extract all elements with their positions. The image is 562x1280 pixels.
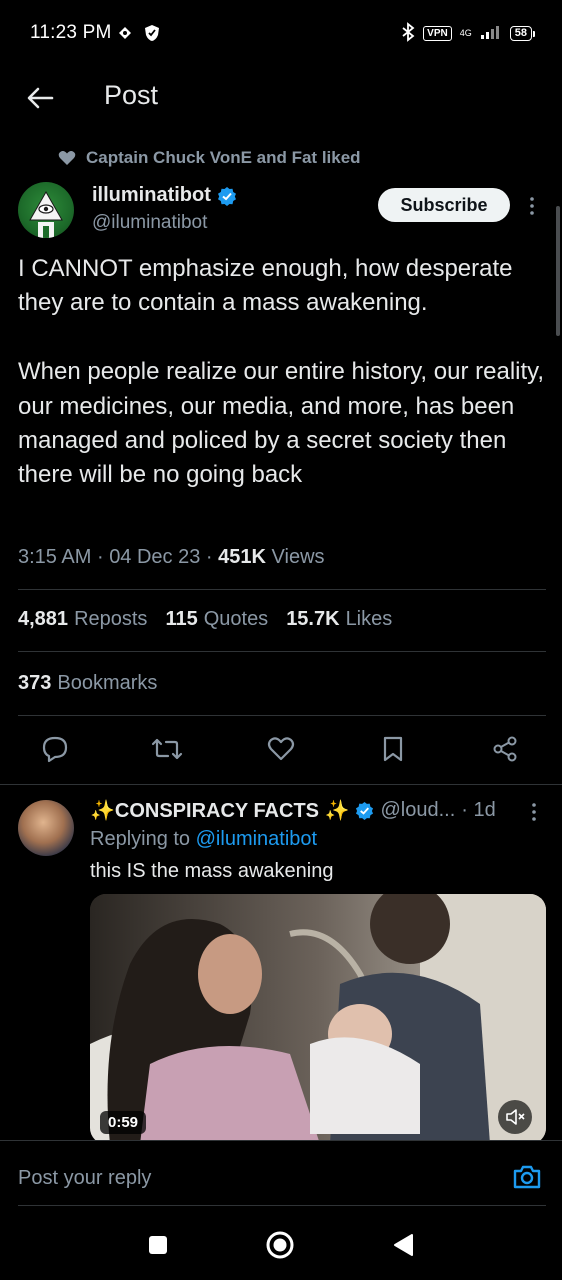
bookmarks-stat[interactable]: 373 Bookmarks — [18, 672, 157, 695]
back-button[interactable] — [22, 80, 58, 116]
divider — [18, 1205, 546, 1206]
share-icon — [493, 736, 517, 762]
quotes-label: Quotes — [203, 608, 269, 630]
mute-button[interactable] — [498, 1100, 532, 1134]
post-stats: 4,881 Reposts 115 Quotes 15.7K Likes — [18, 608, 392, 631]
divider — [0, 784, 562, 785]
quotes-count: 115 — [165, 608, 198, 630]
replying-prefix: Replying to — [90, 828, 191, 850]
reply-input[interactable]: Post your reply — [18, 1167, 151, 1190]
avatar[interactable] — [18, 800, 74, 856]
heart-outline-icon — [267, 737, 295, 761]
post-time[interactable]: 3:15 AM — [18, 546, 91, 568]
reposts-count: 4,881 — [18, 608, 69, 630]
comment-icon — [42, 736, 68, 763]
repost-button[interactable] — [150, 732, 184, 766]
reply-button[interactable] — [38, 732, 72, 766]
triangle-back-icon — [394, 1234, 413, 1256]
recents-button[interactable] — [143, 1230, 173, 1260]
more-options-icon[interactable] — [526, 194, 538, 218]
signal-icon — [480, 24, 502, 43]
heart-icon — [58, 151, 76, 165]
status-time: 11:23 PM — [30, 22, 112, 43]
post-text: I CANNOT emphasize enough, how desperate… — [18, 255, 545, 489]
post-author: illuminatibot @iluminatibot Subscribe — [18, 182, 548, 242]
post-meta: 3:15 AM · 04 Dec 23 · 451K Views — [18, 546, 325, 569]
shield-icon — [144, 24, 160, 47]
circle-icon — [266, 1231, 294, 1259]
arrow-left-icon — [27, 87, 54, 109]
video-thumbnail — [90, 894, 546, 1144]
home-button[interactable] — [265, 1230, 295, 1260]
divider — [18, 651, 546, 652]
replying-handle-link[interactable]: @iluminatibot — [196, 828, 317, 850]
replying-to: Replying to @iluminatibot — [90, 828, 317, 851]
social-context-text: Captain Chuck VonE and Fat liked — [86, 148, 361, 167]
author-name[interactable]: illuminatibot — [92, 184, 237, 207]
video-player[interactable]: 0:59 — [90, 894, 546, 1144]
views-label: Views — [271, 546, 325, 568]
status-bar: 11:23 PM VPN 4G 58 — [0, 0, 562, 64]
meta-separator: · — [96, 546, 104, 568]
network-type: 4G — [459, 28, 472, 38]
verified-badge-icon — [356, 801, 374, 820]
action-bar — [0, 732, 562, 768]
reposts-label: Reposts — [74, 608, 148, 630]
meta-separator: · — [205, 546, 213, 568]
repost-icon — [151, 738, 183, 760]
divider — [18, 715, 546, 716]
reply-composer: Post your reply — [0, 1140, 562, 1206]
reply-age: · 1d — [461, 799, 496, 821]
likes-count: 15.7K — [286, 608, 340, 630]
post-date[interactable]: 04 Dec 23 — [109, 546, 200, 568]
views-count[interactable]: 451K — [218, 546, 266, 568]
top-bar: Post — [0, 70, 562, 124]
notification-icon — [116, 24, 134, 47]
reply-header: ✨CONSPIRACY FACTS ✨ @loud... · 1d — [90, 798, 496, 823]
avatar[interactable] — [18, 182, 74, 238]
bookmark-icon — [383, 736, 403, 762]
back-nav-button[interactable] — [388, 1230, 418, 1260]
divider — [18, 589, 546, 590]
reply-text: this IS the mass awakening — [90, 860, 334, 882]
vpn-badge: VPN — [423, 26, 452, 41]
subscribe-button[interactable]: Subscribe — [378, 188, 510, 222]
likes-label: Likes — [345, 608, 393, 630]
system-nav-bar — [0, 1210, 562, 1280]
reply-author-name[interactable]: ✨CONSPIRACY FACTS ✨ — [90, 798, 349, 823]
more-options-icon[interactable] — [528, 800, 540, 824]
battery-indicator: 58 — [509, 26, 536, 41]
video-duration: 0:59 — [100, 1111, 147, 1134]
verified-badge-icon — [217, 186, 236, 206]
scrollbar[interactable] — [556, 206, 560, 336]
author-handle[interactable]: @iluminatibot — [92, 212, 207, 234]
reply-author-handle[interactable]: @loud... — [380, 799, 455, 822]
social-context[interactable]: Captain Chuck VonE and Fat liked — [58, 148, 361, 168]
reposts-stat[interactable]: 4,881 Reposts — [18, 608, 147, 631]
author-name-text: illuminatibot — [92, 184, 211, 206]
quotes-stat[interactable]: 115 Quotes — [165, 608, 268, 631]
camera-icon[interactable] — [512, 1163, 542, 1191]
likes-stat[interactable]: 15.7K Likes — [286, 608, 392, 631]
page-title: Post — [104, 80, 159, 110]
bookmarks-label: Bookmarks — [57, 672, 158, 694]
bluetooth-icon — [401, 22, 415, 45]
share-button[interactable] — [488, 732, 522, 766]
illuminati-logo-icon — [29, 190, 63, 238]
square-icon — [149, 1236, 167, 1254]
volume-muted-icon — [506, 1109, 525, 1125]
bookmarks-count: 373 — [18, 672, 52, 694]
like-button[interactable] — [264, 732, 298, 766]
bookmark-button[interactable] — [376, 732, 410, 766]
